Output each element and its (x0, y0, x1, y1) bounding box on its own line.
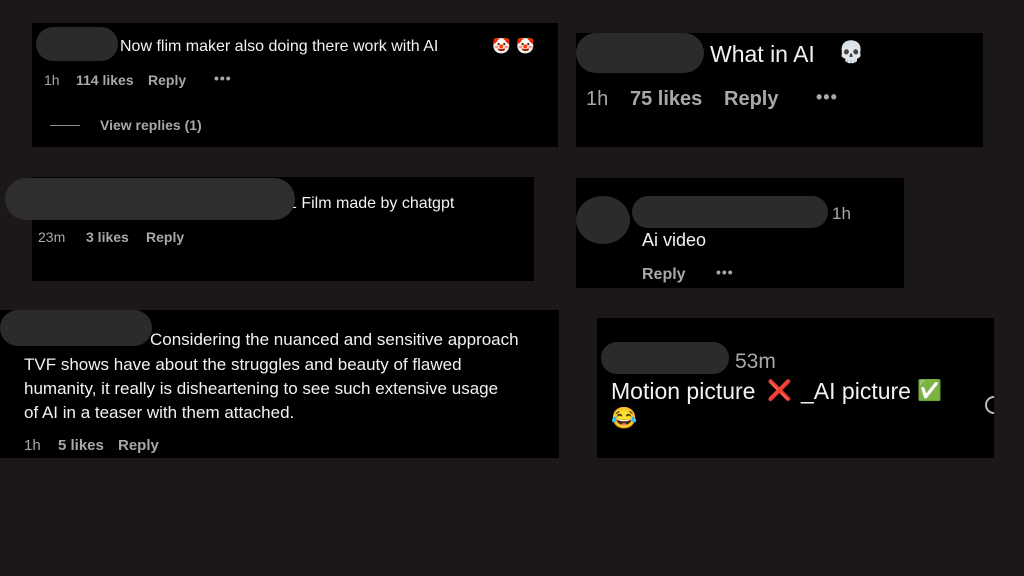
like-count[interactable]: 75 likes (630, 88, 702, 111)
comment-time: 1h (24, 437, 41, 454)
redacted-username (0, 310, 152, 346)
comment-card-2: What in AI 💀 1h 75 likes Reply ••• (576, 33, 983, 147)
replies-divider (50, 125, 80, 126)
like-count[interactable]: 5 likes (58, 437, 104, 454)
comment-text-part-2: _AI picture (801, 378, 911, 404)
comment-card-6: 53m Motion picture ❌ _AI picture ✅ 😂 (597, 318, 994, 458)
comment-text: 1 Film made by chatgpt (288, 195, 455, 212)
clown-emoji-icon: 🤡 (492, 38, 511, 55)
like-count[interactable]: 114 likes (76, 72, 134, 88)
more-options-icon[interactable]: ••• (716, 264, 734, 280)
comment-card-5: Considering the nuanced and sensitive ap… (0, 310, 559, 458)
more-options-icon[interactable]: ••• (816, 87, 838, 108)
redacted-username (576, 33, 704, 73)
check-mark-icon: ✅ (917, 380, 942, 402)
comment-text-line-1: Considering the nuanced and sensitive ap… (150, 330, 519, 349)
comment-time: 1h (832, 204, 851, 223)
more-options-icon[interactable]: ••• (214, 70, 232, 86)
comment-card-4: 1h Ai video Reply ••• (576, 178, 904, 288)
comment-text-line-4: of AI in a teaser with them attached. (24, 403, 295, 422)
reply-button[interactable]: Reply (146, 229, 184, 245)
like-count[interactable]: 3 likes (86, 229, 129, 245)
reply-button[interactable]: Reply (724, 88, 778, 111)
avatar[interactable] (576, 196, 630, 244)
reply-button[interactable]: Reply (118, 437, 159, 454)
comment-time: 1h (44, 72, 60, 88)
heart-icon[interactable] (985, 396, 994, 414)
comment-time: 53m (735, 350, 776, 373)
comment-text-line-3: humanity, it really is disheartening to … (24, 379, 499, 398)
redacted-username (601, 342, 729, 374)
comment-time: 23m (38, 229, 66, 245)
laughing-emoji-icon: 😂 (611, 407, 638, 430)
comment-text: What in AI (710, 41, 815, 67)
redacted-username (632, 196, 828, 228)
reply-button[interactable]: Reply (642, 266, 686, 284)
comment-text: Ai video (642, 230, 707, 250)
comment-text-part-1: Motion picture (611, 378, 756, 404)
comment-text-line-2: TVF shows have about the struggles and b… (24, 355, 462, 374)
comment-text: Now flim maker also doing there work wit… (120, 38, 439, 55)
comment-time: 1h (586, 88, 609, 110)
clown-emoji-icon: 🤡 (516, 38, 535, 55)
redacted-username (36, 27, 118, 61)
reply-button[interactable]: Reply (148, 72, 186, 88)
view-replies-button[interactable]: View replies (1) (100, 117, 202, 133)
skull-emoji-icon: 💀 (838, 41, 865, 64)
redacted-username (5, 178, 295, 220)
cross-mark-icon: ❌ (767, 380, 792, 402)
reply-button[interactable] (611, 452, 647, 458)
comment-card-1: Now flim maker also doing there work wit… (32, 23, 558, 147)
